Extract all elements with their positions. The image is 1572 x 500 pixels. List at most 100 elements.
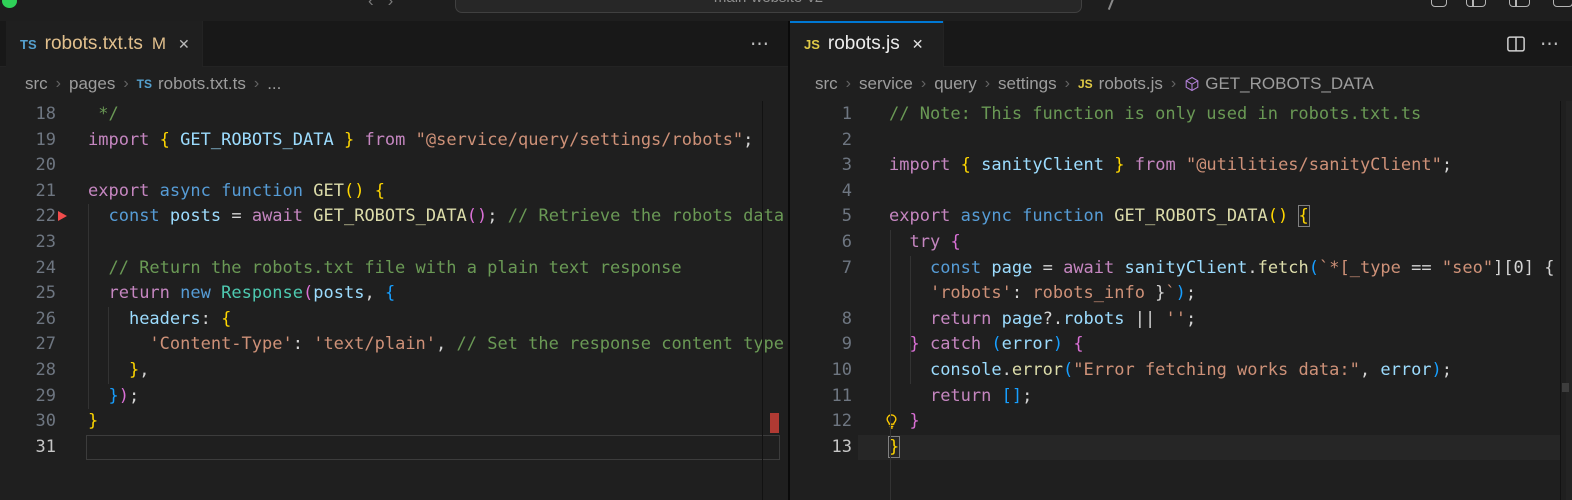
code-line-20[interactable]: 20: [0, 153, 788, 179]
breadcrumb-item-robots-txt-ts[interactable]: TSrobots.txt.ts: [137, 74, 246, 94]
line-number[interactable]: 10: [790, 358, 852, 384]
code-text: console.error("Error fetching works data…: [889, 358, 1452, 384]
code-line-22[interactable]: 22 const posts = await GET_ROBOTS_DATA()…: [0, 204, 788, 230]
breadcrumb-item-src[interactable]: src: [815, 74, 838, 94]
code-line-1[interactable]: 1// Note: This function is only used in …: [790, 102, 1572, 128]
code-line-24[interactable]: 24 // Return the robots.txt file with a …: [0, 256, 788, 282]
line-number[interactable]: 29: [0, 384, 56, 410]
code-line-12[interactable]: 12 }: [790, 409, 1572, 435]
gutter-marker-icon[interactable]: [58, 211, 67, 221]
line-number[interactable]: 19: [0, 128, 56, 154]
code-editor-right[interactable]: 1// Note: This function is only used in …: [790, 101, 1572, 500]
code-line-9[interactable]: 9 } catch (error) {: [790, 332, 1572, 358]
code-line-7[interactable]: 7 const page = await sanityClient.fetch(…: [790, 256, 1572, 282]
line-number[interactable]: 4: [790, 179, 852, 205]
breadcrumb-item-settings[interactable]: settings: [998, 74, 1057, 94]
line-number[interactable]: 27: [0, 332, 56, 358]
line-number[interactable]: 12: [790, 409, 852, 435]
tab-bar-right: JS robots.js ✕ ⋯: [790, 21, 1572, 67]
code-text: 'Content-Type': 'text/plain', // Set the…: [88, 332, 784, 358]
line-number[interactable]: 5: [790, 204, 852, 230]
toggle-secondary-sidebar-icon[interactable]: [1509, 0, 1530, 7]
breadcrumb-item-get-robots-data[interactable]: GET_ROBOTS_DATA: [1184, 74, 1373, 94]
scrollbar-edge: [762, 101, 763, 500]
line-number[interactable]: 28: [0, 358, 56, 384]
customize-layout-icon[interactable]: [1553, 0, 1572, 7]
code-line-2[interactable]: 2: [790, 128, 1572, 154]
code-line-11[interactable]: 11 return [];: [790, 384, 1572, 410]
code-line-19[interactable]: 19 import { GET_ROBOTS_DATA } from "@serv…: [0, 128, 788, 154]
line-number[interactable]: 24: [0, 256, 56, 282]
close-icon[interactable]: ✕: [178, 36, 190, 53]
copilot-icon[interactable]: [1108, 0, 1114, 10]
breadcrumb-item-query[interactable]: query: [934, 74, 977, 94]
tab-robots-txt-ts[interactable]: TS robots.txt.ts M ✕: [6, 21, 203, 67]
active-tab-accent: [790, 21, 943, 23]
split-editor-icon[interactable]: [1506, 34, 1526, 54]
code-text: import { GET_ROBOTS_DATA } from "@servic…: [88, 128, 753, 154]
toggle-panel-icon[interactable]: [1466, 0, 1486, 7]
line-number[interactable]: 2: [790, 128, 852, 154]
line-number[interactable]: 6: [790, 230, 852, 256]
editor-groups: TS robots.txt.ts M ✕ ⋯ src › pages › TSrobot…: [0, 21, 1572, 500]
more-actions-icon[interactable]: ⋯: [1540, 33, 1560, 56]
line-number[interactable]: 25: [0, 281, 56, 307]
code-line-wrap[interactable]: 'robots': robots_info }`);: [790, 281, 1572, 307]
code-text: */: [88, 102, 119, 128]
breadcrumb: src›pages›TSrobots.txt.ts›...: [0, 67, 788, 101]
close-icon[interactable]: ✕: [912, 36, 924, 53]
code-text: export async function GET() {: [88, 179, 385, 205]
line-number[interactable]: 11: [790, 384, 852, 410]
line-number[interactable]: 30: [0, 409, 56, 435]
code-text: });: [88, 384, 139, 410]
line-number[interactable]: 9: [790, 332, 852, 358]
breadcrumb-item-service[interactable]: service: [859, 74, 913, 94]
breadcrumb-item-pages[interactable]: pages: [69, 74, 115, 94]
code-line-18[interactable]: 18 */: [0, 102, 788, 128]
code-editor-left[interactable]: 18 */19import { GET_ROBOTS_DATA } from "…: [0, 101, 788, 500]
line-number[interactable]: 31: [0, 435, 56, 461]
code-line-23[interactable]: 23: [0, 230, 788, 256]
editor-group-left: TS robots.txt.ts M ✕ ⋯ src›pages›TSrobot…: [0, 21, 788, 500]
breadcrumb-separator: ›: [846, 75, 851, 93]
code-line-5[interactable]: 5export async function GET_ROBOTS_DATA()…: [790, 204, 1572, 230]
command-center[interactable]: main-website-v2: [455, 0, 1082, 13]
code-line-27[interactable]: 27 'Content-Type': 'text/plain', // Set …: [0, 332, 788, 358]
scrollbar-slider[interactable]: [1562, 383, 1569, 392]
line-number[interactable]: 13: [790, 435, 852, 461]
code-line-28[interactable]: 28 },: [0, 358, 788, 384]
code-line-10[interactable]: 10 console.error("Error fetching works d…: [790, 358, 1572, 384]
code-line-25[interactable]: 25 return new Response(posts, {: [0, 281, 788, 307]
line-number[interactable]: 20: [0, 153, 56, 179]
code-line-3[interactable]: 3import { sanityClient } from "@utilitie…: [790, 153, 1572, 179]
code-line-26[interactable]: 26 headers: {: [0, 307, 788, 333]
breadcrumb-item-src[interactable]: src: [25, 74, 48, 94]
line-number[interactable]: 26: [0, 307, 56, 333]
breadcrumb-item-robots-js[interactable]: JSrobots.js: [1078, 74, 1163, 94]
line-number[interactable]: 21: [0, 179, 56, 205]
line-number[interactable]: 8: [790, 307, 852, 333]
code-line-29[interactable]: 29 });: [0, 384, 788, 410]
line-number[interactable]: 23: [0, 230, 56, 256]
more-actions-icon[interactable]: ⋯: [750, 33, 770, 56]
code-text: const page = await sanityClient.fetch(`*…: [889, 256, 1554, 282]
traffic-light-green[interactable]: [2, 0, 17, 8]
code-line-4[interactable]: 4: [790, 179, 1572, 205]
tab-robots-js[interactable]: JS robots.js ✕: [790, 21, 944, 67]
line-number[interactable]: 22: [0, 204, 56, 230]
breadcrumb-separator: ›: [254, 75, 259, 93]
line-number[interactable]: 7: [790, 256, 852, 282]
line-number[interactable]: 18: [0, 102, 56, 128]
code-line-30[interactable]: 30}: [0, 409, 788, 435]
history-nav-arrows[interactable]: ‹›: [368, 0, 407, 11]
line-number[interactable]: 1: [790, 102, 852, 128]
scrollbar-track[interactable]: [1566, 101, 1572, 500]
code-line-8[interactable]: 8 return page?.robots || '';: [790, 307, 1572, 333]
code-line-6[interactable]: 6 try {: [790, 230, 1572, 256]
line-number[interactable]: 3: [790, 153, 852, 179]
code-line-31[interactable]: 31: [0, 435, 788, 461]
toggle-sidebar-icon[interactable]: [1431, 0, 1447, 7]
code-line-21[interactable]: 21 export async function GET() {: [0, 179, 788, 205]
breadcrumb-item--[interactable]: ...: [267, 74, 281, 94]
code-line-13[interactable]: 13}: [790, 435, 1572, 461]
